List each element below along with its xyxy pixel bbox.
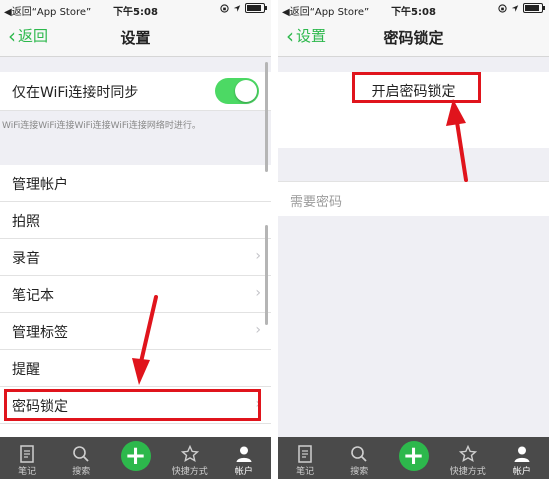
search-icon	[351, 446, 367, 462]
status-bar: ◀返回“App Store” 下午5:08	[0, 0, 271, 18]
tab-label: 搜索	[72, 467, 91, 477]
lock-rotation-icon	[498, 3, 507, 13]
settings-item-reminder[interactable]: 提醒	[0, 350, 271, 387]
tab-notes[interactable]: 笔记	[0, 437, 54, 479]
scrollbar[interactable]	[265, 62, 268, 172]
wifi-sync-note: WiFi连接WiFi连接WiFi连接WiFi连接网络时进行。	[2, 121, 201, 131]
battery-icon	[245, 3, 267, 13]
settings-item-label: 管理帐户	[12, 177, 68, 193]
settings-item-partial	[0, 424, 271, 438]
plus-icon: +	[398, 441, 429, 471]
scrollbar[interactable]	[265, 225, 268, 325]
settings-item-audio[interactable]: 录音 ›	[0, 239, 271, 276]
battery-icon	[523, 3, 545, 13]
page-title: 设置	[120, 29, 151, 47]
tab-label: 帐户	[512, 467, 531, 477]
status-indicators	[498, 3, 545, 13]
highlight-box	[4, 389, 261, 421]
settings-item-label: 管理标签	[12, 325, 68, 341]
tab-search[interactable]: 搜索	[332, 437, 386, 479]
tab-bar: 笔记 搜索 + 快捷方式 帐户	[278, 437, 549, 479]
require-passcode-row: 需要密码	[278, 181, 549, 216]
chevron-right-icon: ›	[255, 248, 261, 264]
passcode-lock-screen: ◀返回“App Store” 下午5:08 ‹ 设置 密码锁定 开启密码锁定 需…	[278, 0, 549, 479]
tab-bar: 笔记 搜索 + 快捷方式 帐户	[0, 437, 271, 479]
settings-item-label: 拍照	[12, 214, 40, 230]
tab-label: 搜索	[350, 467, 369, 477]
tab-account[interactable]: 帐户	[495, 437, 549, 479]
settings-item-label: 提醒	[12, 362, 40, 378]
lock-rotation-icon	[220, 3, 229, 13]
person-icon	[236, 446, 252, 462]
search-icon	[73, 446, 89, 462]
settings-item-notebook[interactable]: 笔记本 ›	[0, 276, 271, 313]
star-icon	[180, 445, 199, 463]
settings-item-manage-account[interactable]: 管理帐户	[0, 165, 271, 202]
blank-row	[278, 108, 549, 148]
require-passcode-label: 需要密码	[290, 195, 343, 210]
plus-icon: +	[120, 441, 151, 471]
settings-item-photo[interactable]: 拍照	[0, 202, 271, 239]
chevron-right-icon: ›	[255, 285, 261, 301]
status-indicators	[220, 3, 267, 13]
tab-label: 帐户	[234, 467, 253, 477]
tab-search[interactable]: 搜索	[54, 437, 108, 479]
settings-item-label: 笔记本	[12, 288, 54, 304]
tab-shortcuts[interactable]: 快捷方式	[441, 437, 495, 479]
wifi-sync-toggle[interactable]	[215, 78, 259, 104]
settings-screen: ◀返回“App Store” 下午5:08 ‹ 返回 设置 仅在WiFi连接时同…	[0, 0, 271, 479]
status-bar: ◀返回“App Store” 下午5:08	[278, 0, 549, 18]
location-icon	[233, 4, 241, 12]
tab-label: 笔记	[18, 467, 37, 477]
wifi-sync-label: 仅在WiFi连接时同步	[12, 85, 139, 101]
wifi-sync-row: 仅在WiFi连接时同步	[0, 72, 271, 111]
tab-account[interactable]: 帐户	[217, 437, 271, 479]
settings-item-manage-tags[interactable]: 管理标签 ›	[0, 313, 271, 350]
highlight-box	[352, 72, 481, 103]
toggle-knob	[235, 80, 257, 102]
tab-shortcuts[interactable]: 快捷方式	[163, 437, 217, 479]
new-note-button[interactable]: +	[386, 437, 440, 479]
tab-label: 笔记	[296, 467, 315, 477]
settings-item-label: 录音	[12, 251, 40, 267]
page-title: 密码锁定	[383, 29, 444, 47]
location-icon	[511, 4, 519, 12]
chevron-right-icon: ›	[255, 322, 261, 338]
tab-label: 快捷方式	[449, 467, 486, 477]
note-icon	[20, 445, 34, 463]
note-icon	[298, 445, 312, 463]
tab-label: 快捷方式	[171, 467, 208, 477]
tab-notes[interactable]: 笔记	[278, 437, 332, 479]
star-icon	[458, 445, 477, 463]
new-note-button[interactable]: +	[108, 437, 162, 479]
nav-bar: ‹ 设置 密码锁定	[278, 18, 549, 57]
panel-divider	[271, 0, 278, 479]
nav-bar: ‹ 返回 设置	[0, 18, 271, 57]
person-icon	[514, 446, 530, 462]
